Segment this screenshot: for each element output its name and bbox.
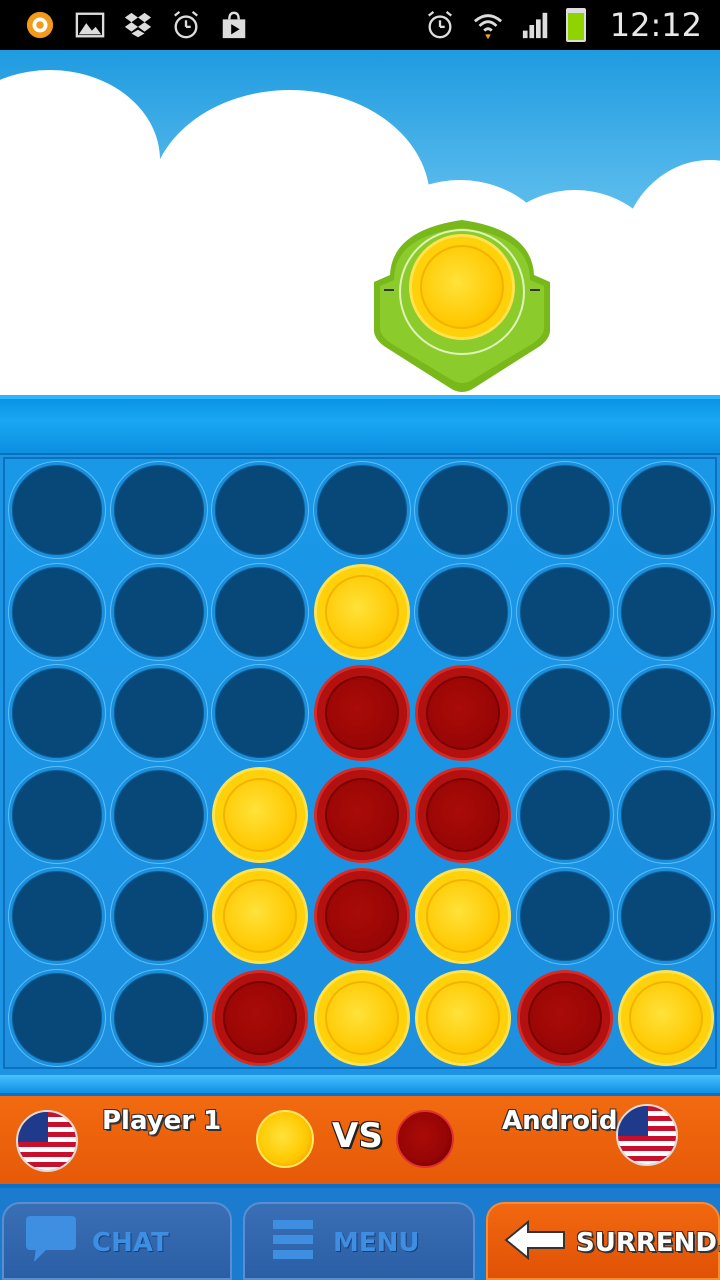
vs-label: VS bbox=[332, 1116, 383, 1156]
sky-background bbox=[0, 50, 720, 395]
yellow-chip[interactable] bbox=[313, 563, 410, 660]
board-slot[interactable] bbox=[110, 969, 207, 1066]
board-slot[interactable] bbox=[9, 462, 105, 558]
board-slot[interactable] bbox=[516, 462, 613, 558]
signal-icon bbox=[522, 12, 548, 39]
yellow-chip[interactable] bbox=[415, 969, 511, 1066]
chip-dropper[interactable] bbox=[372, 220, 552, 395]
yellow-chip[interactable] bbox=[313, 969, 410, 1066]
active-yellow-chip bbox=[409, 234, 515, 340]
us-flag-icon bbox=[616, 1104, 678, 1166]
alarm-clock-icon bbox=[174, 10, 198, 39]
board-slot[interactable] bbox=[9, 868, 105, 964]
board-slot[interactable] bbox=[618, 563, 714, 660]
menu-button[interactable]: MENU bbox=[243, 1202, 475, 1280]
chat-label: CHAT bbox=[92, 1228, 169, 1258]
board-slot[interactable] bbox=[313, 462, 410, 558]
menu-lines-icon bbox=[273, 1220, 313, 1259]
board-slot[interactable] bbox=[212, 462, 308, 558]
yellow-chip[interactable] bbox=[415, 868, 511, 964]
yellow-chip[interactable] bbox=[618, 969, 714, 1066]
board-slot[interactable] bbox=[110, 868, 207, 964]
menu-label: MENU bbox=[333, 1228, 420, 1258]
board-slot[interactable] bbox=[516, 665, 613, 761]
dropbox-icon bbox=[124, 12, 152, 38]
arrow-left-icon bbox=[504, 1220, 565, 1260]
player-right-chip bbox=[396, 1110, 454, 1168]
board-slot[interactable] bbox=[9, 665, 105, 761]
red-chip[interactable] bbox=[415, 766, 511, 863]
wifi-icon bbox=[473, 14, 503, 40]
board-slot[interactable] bbox=[618, 868, 714, 964]
red-chip[interactable] bbox=[313, 665, 410, 761]
us-flag-icon bbox=[16, 1110, 78, 1172]
player-left-chip bbox=[256, 1110, 314, 1168]
board-slot[interactable] bbox=[9, 766, 105, 863]
surrender-label: SURREND.. bbox=[576, 1228, 720, 1258]
battery-icon bbox=[566, 8, 586, 42]
board-slot[interactable] bbox=[516, 868, 613, 964]
board-slot[interactable] bbox=[110, 563, 207, 660]
board-slot[interactable] bbox=[618, 462, 714, 558]
board-slot[interactable] bbox=[110, 462, 207, 558]
yellow-chip[interactable] bbox=[212, 766, 308, 863]
board-slot[interactable] bbox=[618, 665, 714, 761]
players-bar: Player 1 VS Android bbox=[0, 1093, 720, 1188]
board-slot[interactable] bbox=[516, 563, 613, 660]
red-chip[interactable] bbox=[212, 969, 308, 1066]
image-icon bbox=[75, 12, 105, 38]
action-bar: CHAT MENU SURREND.. bbox=[0, 1188, 720, 1280]
board-top-rail bbox=[0, 395, 720, 453]
red-chip[interactable] bbox=[516, 969, 613, 1066]
chat-bubble-icon bbox=[26, 1216, 76, 1262]
player-left-name: Player 1 bbox=[102, 1106, 222, 1136]
chat-button[interactable]: CHAT bbox=[2, 1202, 232, 1280]
board-slot[interactable] bbox=[618, 766, 714, 863]
board-slot[interactable] bbox=[415, 563, 511, 660]
board-slot[interactable] bbox=[110, 665, 207, 761]
red-chip[interactable] bbox=[415, 665, 511, 761]
status-bar: 12:12 bbox=[0, 0, 720, 50]
game-board[interactable] bbox=[0, 453, 720, 1075]
board-slot[interactable] bbox=[9, 563, 105, 660]
yellow-chip[interactable] bbox=[212, 868, 308, 964]
red-chip[interactable] bbox=[313, 868, 410, 964]
player-right-name: Android bbox=[502, 1106, 618, 1136]
board-grid bbox=[3, 457, 717, 1069]
board-slot[interactable] bbox=[415, 462, 511, 558]
red-chip[interactable] bbox=[313, 766, 410, 863]
app-icon bbox=[26, 11, 54, 39]
board-slot[interactable] bbox=[516, 766, 613, 863]
alarm-icon bbox=[428, 10, 452, 39]
play-store-icon bbox=[222, 11, 246, 39]
board-slot[interactable] bbox=[110, 766, 207, 863]
board-slot[interactable] bbox=[212, 563, 308, 660]
status-clock: 12:12 bbox=[609, 6, 702, 44]
board-slot[interactable] bbox=[212, 665, 308, 761]
surrender-button[interactable]: SURREND.. bbox=[486, 1202, 720, 1280]
board-slot[interactable] bbox=[9, 969, 105, 1066]
board-bottom-rail bbox=[0, 1075, 720, 1093]
